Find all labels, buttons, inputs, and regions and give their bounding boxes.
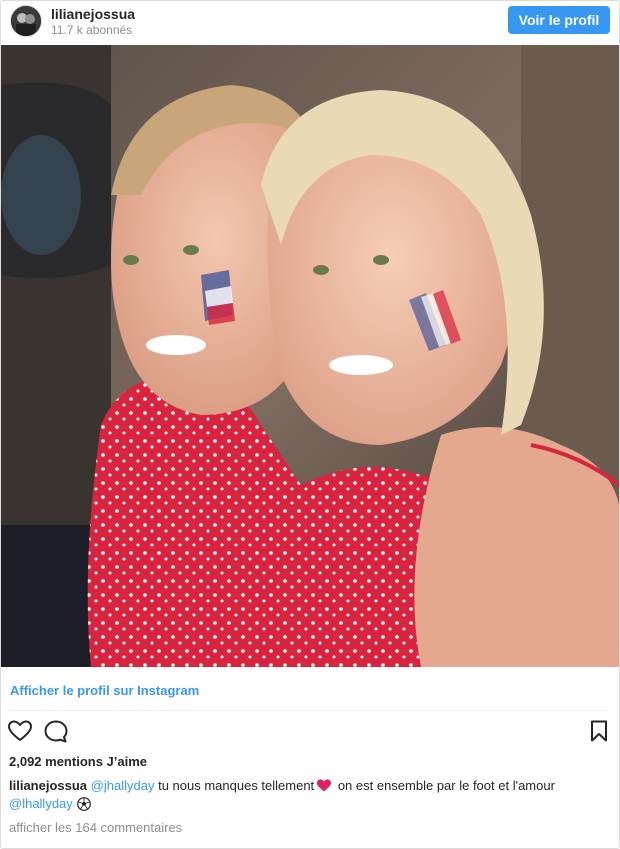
caption-text: on est ensemble par le foot et l'amour xyxy=(337,778,555,793)
divider xyxy=(10,710,609,711)
bookmark-icon[interactable] xyxy=(590,720,608,747)
caption-text: tu nous manques tellement xyxy=(158,778,315,793)
post-caption: lilianejossua @jhallyday tu nous manques… xyxy=(9,777,609,813)
mention-link[interactable]: @lhallyday xyxy=(9,796,73,811)
mention-link[interactable]: @jhallyday xyxy=(91,778,155,793)
instagram-embed-card: lilianejossua 11.7 k abonnés Voir le pro… xyxy=(0,0,620,849)
avatar[interactable] xyxy=(10,5,42,37)
username[interactable]: lilianejossua xyxy=(51,6,135,22)
photo-image xyxy=(1,45,619,667)
post-photo[interactable] xyxy=(1,45,619,667)
follower-count: 11.7 k abonnés xyxy=(51,23,133,37)
likes-count: 2,092 mentions J’aime xyxy=(9,754,148,769)
view-on-instagram-link[interactable]: Afficher le profil sur Instagram xyxy=(10,683,199,698)
view-comments-link[interactable]: afficher les 164 commentaires xyxy=(9,820,182,835)
soccer-ball-emoji-icon xyxy=(76,797,91,811)
view-profile-button[interactable]: Voir le profil xyxy=(508,6,610,34)
red-heart-emoji-icon xyxy=(317,779,332,792)
post-header: lilianejossua 11.7 k abonnés Voir le pro… xyxy=(1,1,619,45)
caption-username[interactable]: lilianejossua xyxy=(9,778,87,793)
comment-icon[interactable] xyxy=(44,720,68,748)
heart-outline-icon[interactable] xyxy=(8,720,32,747)
